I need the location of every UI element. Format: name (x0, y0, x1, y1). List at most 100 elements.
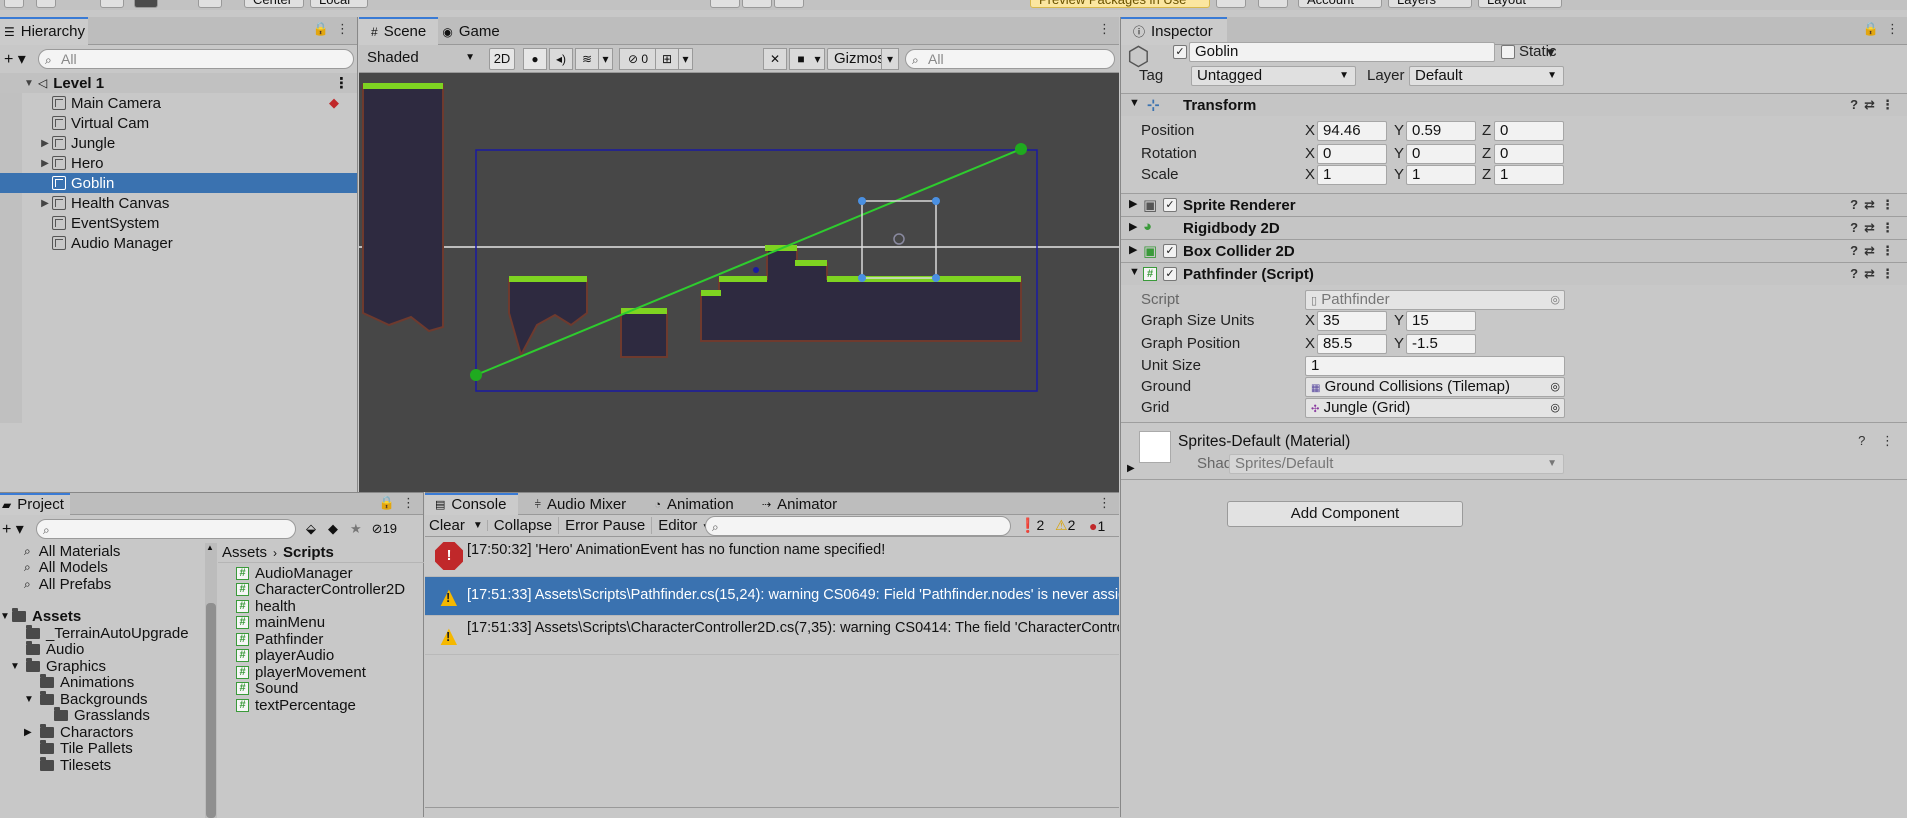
custom-tool-button[interactable] (198, 0, 222, 8)
scene-canvas[interactable] (359, 73, 1119, 492)
play-button[interactable] (710, 0, 740, 8)
hidden-packages-toggle[interactable]: ⊘19 (372, 521, 397, 537)
tab-scene[interactable]: # Scene (359, 17, 439, 45)
layout-dropdown[interactable]: Layout (1478, 0, 1562, 8)
hierarchy-item[interactable]: ▶ Jungle (0, 133, 357, 153)
panel-menu-icon[interactable]: ⋮ (1098, 21, 1111, 37)
rotation-z-field[interactable]: 0 (1494, 144, 1564, 164)
console-detail-divider[interactable] (425, 807, 1119, 808)
scene-menu-icon[interactable]: ⋮ (334, 74, 349, 92)
favorite-item[interactable]: ⌕ All Models (0, 559, 205, 576)
expand-arrow-icon[interactable]: ▼ (24, 694, 40, 705)
script-file-item[interactable]: # playerAudio (236, 647, 424, 664)
panel-lock-icon[interactable]: 🔒 ⋮ (313, 21, 349, 37)
object-picker-icon[interactable]: ◎ (1550, 291, 1560, 309)
sprite-renderer-header[interactable]: ▶ ▣ ✓ Sprite Renderer ?⇄⋮ (1121, 193, 1907, 216)
scene-search-input[interactable]: ⌕ All (905, 49, 1115, 69)
folder-item[interactable]: ▶ Charactors (0, 723, 205, 741)
scene-viewport[interactable] (359, 73, 1119, 492)
console-search-input[interactable]: ⌕ (705, 516, 1011, 536)
move-tool-button[interactable] (36, 0, 56, 8)
tree-scrollbar[interactable]: ▲ (205, 543, 217, 818)
project-search-input[interactable]: ⌕ (36, 519, 296, 539)
graph-position-y-field[interactable]: -1.5 (1406, 334, 1476, 354)
gizmos-chevron-icon[interactable]: ▾ (881, 48, 899, 70)
breadcrumb-root[interactable]: Assets (222, 544, 267, 561)
object-picker-icon[interactable]: ◎ (1550, 378, 1560, 396)
console-message-row-selected[interactable]: ▲ ! [17:51:33] Assets\Scripts\Pathfinder… (425, 577, 1119, 616)
pause-button[interactable] (742, 0, 772, 8)
rigidbody-header[interactable]: ▶ ◕ Rigidbody 2D ?⇄⋮ (1121, 216, 1907, 239)
error-pause-toggle[interactable]: Error Pause (559, 517, 653, 534)
tag-dropdown[interactable]: Untagged ▼ (1191, 66, 1356, 86)
scale-z-field[interactable]: 1 (1494, 165, 1564, 185)
scroll-up-icon[interactable]: ▲ (206, 543, 214, 552)
collab-button[interactable] (1216, 0, 1246, 8)
audio-icon[interactable]: ◂) (549, 48, 573, 70)
search-by-label-icon[interactable]: ◆ (328, 521, 338, 537)
component-enabled-checkbox[interactable]: ✓ (1163, 244, 1177, 258)
breadcrumb-current[interactable]: Scripts (283, 544, 334, 561)
folder-item[interactable]: ▼ Graphics (0, 657, 205, 675)
position-x-field[interactable]: 94.46 (1317, 121, 1387, 141)
create-plus-icon[interactable]: + ▾ (4, 49, 32, 69)
favorites-star-icon[interactable]: ★ (350, 521, 362, 537)
hidden-objects-toggle[interactable]: ⊘ 0 (619, 48, 657, 70)
graph-position-x-field[interactable]: 85.5 (1317, 334, 1387, 354)
shader-dropdown[interactable]: Sprites/Default ▼ (1229, 454, 1564, 474)
box-collider-header[interactable]: ▶ ▣ ✓ Box Collider 2D ?⇄⋮ (1121, 239, 1907, 262)
tools-icon[interactable]: ✕ (763, 48, 787, 70)
folder-item[interactable]: ▼ Backgrounds (0, 690, 205, 708)
camera-chevron-icon[interactable]: ▾ (811, 48, 825, 70)
expand-arrow-icon[interactable]: ▼ (10, 661, 26, 672)
script-file-item[interactable]: # textPercentage (236, 697, 424, 714)
console-message-row[interactable]: ! [17:50:32] 'Hero' AnimationEvent has n… (425, 538, 1119, 577)
grid-icon[interactable]: ⊞ (655, 48, 679, 70)
preview-packages-button[interactable]: Preview Packages in Use (1030, 0, 1210, 8)
tab-hierarchy[interactable]: ☰ Hierarchy (0, 17, 88, 45)
script-file-item[interactable]: # health (236, 598, 424, 615)
clear-options-chevron-icon[interactable]: ▼ (469, 520, 488, 531)
hierarchy-item[interactable]: Virtual Cam (0, 113, 357, 133)
transform-tool-button[interactable] (134, 0, 158, 8)
hierarchy-item[interactable]: Main Camera ◆ (0, 93, 357, 113)
hierarchy-item[interactable]: EventSystem (0, 213, 357, 233)
component-menu-icons[interactable]: ?⇄⋮ (1850, 243, 1900, 259)
hierarchy-item[interactable]: Audio Manager (0, 233, 357, 253)
folder-item[interactable]: Tilesets (0, 756, 205, 774)
folder-item[interactable]: Tile Pallets (0, 740, 205, 757)
active-checkbox[interactable]: ✓ (1173, 45, 1187, 59)
expand-arrow-icon[interactable]: ▶ (38, 198, 52, 209)
error-filter-toggle[interactable]: ●1 (1089, 518, 1105, 534)
create-plus-icon[interactable]: + ▾ (2, 519, 32, 539)
pivot-toggle[interactable]: Center (244, 0, 304, 8)
effects-chevron-icon[interactable]: ▾ (599, 48, 613, 70)
foldout-open-icon[interactable]: ▼ (1129, 266, 1140, 278)
scale-y-field[interactable]: 1 (1406, 165, 1476, 185)
layer-dropdown[interactable]: Default ▼ (1409, 66, 1564, 86)
hierarchy-item-selected[interactable]: Goblin (0, 173, 357, 193)
scene-root-row[interactable]: ▼ ◁ Level 1 ⋮ (0, 73, 357, 93)
folder-item[interactable]: _TerrainAutoUpgrade (0, 624, 205, 642)
info-filter-toggle[interactable]: ❗2 (1019, 517, 1044, 534)
component-menu-icons[interactable]: ? ⋮ (1858, 433, 1900, 449)
component-enabled-checkbox[interactable]: ✓ (1163, 198, 1177, 212)
script-file-item[interactable]: # mainMenu (236, 614, 424, 631)
camera-icon[interactable]: ■ (789, 48, 813, 70)
position-z-field[interactable]: 0 (1494, 121, 1564, 141)
folder-item[interactable]: Audio (0, 641, 205, 658)
graph-size-y-field[interactable]: 15 (1406, 311, 1476, 331)
grid-chevron-icon[interactable]: ▾ (679, 48, 693, 70)
script-file-item[interactable]: # CharacterController2D (236, 581, 424, 598)
graph-size-x-field[interactable]: 35 (1317, 311, 1387, 331)
effects-icon[interactable]: ≋ (575, 48, 599, 70)
component-menu-icons[interactable]: ?⇄⋮ (1850, 97, 1900, 113)
script-file-item[interactable]: # AudioManager (236, 565, 424, 582)
favorite-item[interactable]: ⌕ All Materials (0, 543, 205, 560)
foldout-closed-icon[interactable]: ▶ (1129, 243, 1137, 256)
component-enabled-checkbox[interactable]: ✓ (1163, 267, 1177, 281)
foldout-open-icon[interactable]: ▼ (1129, 97, 1140, 109)
panel-lock-icon[interactable]: 🔒 ⋮ (1863, 21, 1899, 37)
unit-size-field[interactable]: 1 (1305, 356, 1565, 376)
tab-animation[interactable]: ◔ Animation (642, 494, 745, 516)
